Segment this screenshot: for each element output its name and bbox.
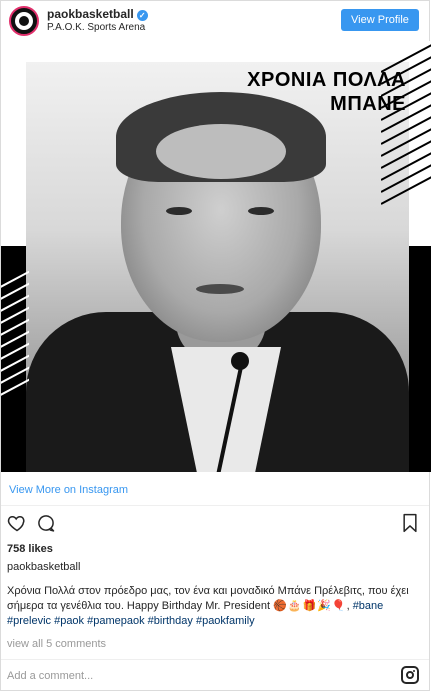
profile-avatar[interactable] — [9, 6, 39, 36]
caption-username[interactable]: paokbasketball — [7, 561, 80, 573]
bookmark-icon[interactable] — [401, 513, 419, 538]
post-media[interactable]: ΧΡΟΝΙΑ ΠΟΛΛΑ ΜΠΑΝΕ — [1, 41, 431, 472]
decorative-stripes-left — [1, 271, 29, 411]
view-more-link[interactable]: View More on Instagram — [9, 484, 128, 496]
instagram-logo-icon[interactable] — [401, 666, 419, 684]
decorative-stripes-right — [381, 41, 431, 211]
verified-badge-icon: ✓ — [136, 10, 148, 21]
divider — [1, 505, 429, 506]
post-header: paokbasketball ✓ P.A.O.K. Sports Arena Vi… — [1, 1, 429, 41]
hashtag-list[interactable]: #prelevic #paok #pamepaok #birthday #pao… — [7, 615, 255, 627]
right-eye — [248, 207, 274, 215]
divider — [1, 659, 429, 660]
caption-text: Χρόνια Πολλά στον πρόεδρο μας, τον ένα κ… — [7, 585, 409, 612]
hashtag-bane[interactable]: #bane — [353, 600, 384, 612]
add-comment-input[interactable]: Add a comment... — [7, 670, 93, 682]
action-bar — [1, 511, 429, 537]
username-link[interactable]: paokbasketball ✓ — [47, 7, 148, 21]
heart-icon[interactable] — [7, 513, 27, 538]
location-link[interactable]: P.A.O.K. Sports Arena — [47, 22, 145, 33]
view-all-comments-link[interactable]: view all 5 comments — [7, 638, 106, 650]
left-eye — [166, 207, 192, 215]
microphone-icon — [231, 352, 249, 370]
mouth-shape — [196, 284, 244, 294]
view-profile-button[interactable]: View Profile — [341, 9, 419, 31]
comment-icon[interactable] — [36, 513, 56, 538]
caption-emojis: 🏀🎂🎁🎉🎈 — [273, 600, 347, 612]
post-caption: Χρόνια Πολλά στον πρόεδρο μας, τον ένα κ… — [7, 585, 409, 627]
likes-count[interactable]: 758 likes — [7, 543, 53, 555]
portrait-photo: ΧΡΟΝΙΑ ΠΟΛΛΑ ΜΠΑΝΕ — [26, 62, 409, 472]
instagram-embed-card: paokbasketball ✓ P.A.O.K. Sports Arena Vi… — [0, 0, 431, 691]
username-text: paokbasketball — [47, 7, 134, 21]
avatar-logo — [15, 12, 33, 30]
forehead-shape — [156, 124, 286, 179]
